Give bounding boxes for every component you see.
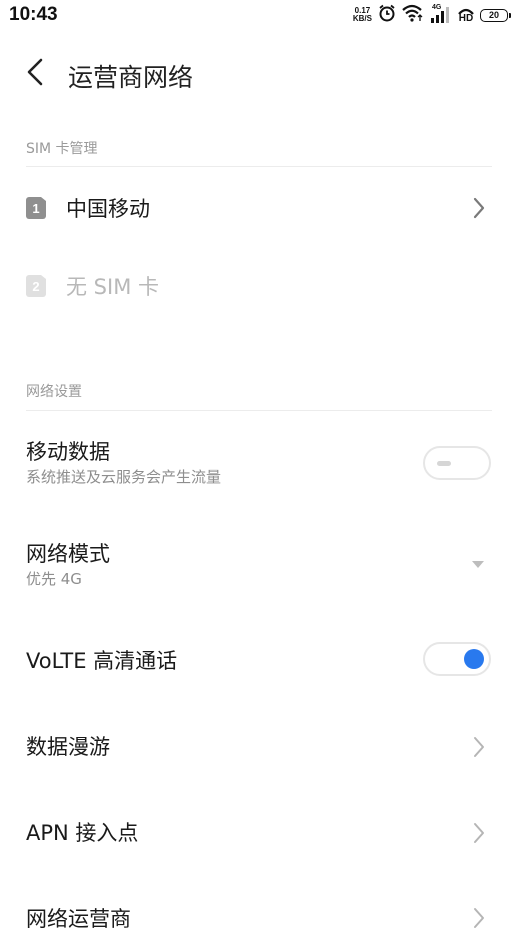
divider bbox=[26, 410, 492, 411]
status-icons: 0.17 KB/S 4G HD 20 bbox=[353, 4, 511, 26]
hd-call-icon: HD bbox=[458, 8, 474, 23]
network-mode-title: 网络模式 bbox=[26, 542, 110, 566]
sim-card-1-icon: 1 bbox=[26, 197, 46, 219]
battery-icon: 20 bbox=[480, 8, 511, 22]
alarm-icon bbox=[378, 4, 396, 26]
sim-slot-number: 1 bbox=[32, 200, 40, 216]
mobile-data-title: 移动数据 bbox=[26, 440, 110, 464]
signal-icon: 4G bbox=[430, 4, 452, 24]
sim-item-1[interactable]: 1 中国移动 bbox=[0, 182, 518, 232]
chevron-left-icon bbox=[26, 58, 44, 90]
volte-toggle[interactable] bbox=[423, 642, 491, 676]
sim-item-label: 中国移动 bbox=[66, 197, 150, 221]
hd-label: HD bbox=[458, 12, 474, 24]
status-time: 10:43 bbox=[9, 4, 58, 25]
battery-level: 20 bbox=[488, 10, 499, 20]
sim-card-2-icon: 2 bbox=[26, 275, 46, 297]
network-speed-unit: KB/S bbox=[352, 14, 372, 23]
wifi-icon bbox=[402, 4, 424, 26]
apn-title: APN 接入点 bbox=[26, 821, 139, 845]
chevron-right-icon bbox=[472, 821, 486, 845]
toggle-knob bbox=[437, 461, 451, 466]
sim-item-2: 2 无 SIM 卡 bbox=[0, 260, 518, 310]
sim-item-label: 无 SIM 卡 bbox=[66, 275, 159, 299]
header: 运营商网络 bbox=[0, 48, 518, 100]
page-title: 运营商网络 bbox=[68, 63, 194, 92]
section-label-network: 网络设置 bbox=[26, 384, 82, 400]
mobile-data-subtitle: 系统推送及云服务会产生流量 bbox=[26, 468, 222, 486]
data-roaming-title: 数据漫游 bbox=[26, 735, 110, 759]
network-mode-value: 优先 4G bbox=[26, 570, 82, 588]
chevron-right-icon bbox=[472, 735, 486, 759]
mobile-data-toggle[interactable] bbox=[423, 446, 491, 480]
status-bar: 10:43 0.17 KB/S 4G HD 20 bbox=[0, 0, 518, 30]
divider bbox=[26, 166, 492, 167]
network-operator-title: 网络运营商 bbox=[26, 907, 131, 931]
section-label-sim: SIM 卡管理 bbox=[26, 141, 98, 157]
sim-slot-number: 2 bbox=[32, 278, 40, 294]
volte-title: VoLTE 高清通话 bbox=[26, 649, 178, 673]
network-speed: 0.17 KB/S bbox=[353, 7, 372, 23]
back-button[interactable] bbox=[20, 58, 50, 90]
chevron-right-icon bbox=[472, 196, 486, 220]
dropdown-arrow-icon[interactable] bbox=[472, 561, 484, 568]
toggle-knob bbox=[464, 649, 484, 669]
chevron-right-icon bbox=[472, 906, 486, 930]
